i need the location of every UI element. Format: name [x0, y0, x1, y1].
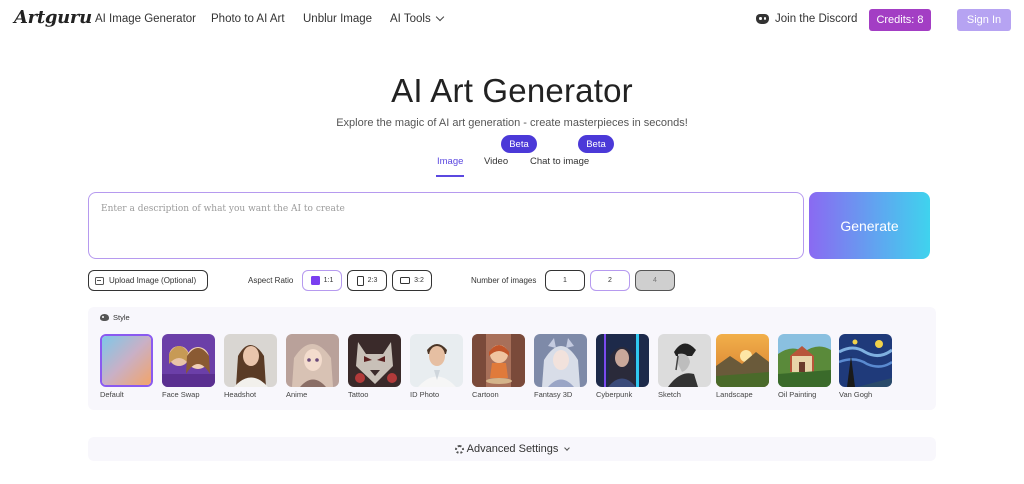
style-item-landscape[interactable]: Landscape	[716, 334, 769, 399]
style-item-label: Default	[100, 390, 124, 399]
top-nav-bar: Artguru AI Image Generator Photo to AI A…	[0, 0, 1024, 40]
style-thumbnail	[224, 334, 277, 387]
style-item-label: Tattoo	[348, 390, 369, 399]
active-tab-indicator	[436, 175, 464, 177]
style-item-label: ID Photo	[410, 390, 440, 399]
style-header-label: Style	[113, 313, 130, 322]
credits-button[interactable]: Credits: 8	[869, 9, 931, 31]
join-discord-label: Join the Discord	[775, 13, 858, 25]
style-item-label: Face Swap	[162, 390, 200, 399]
style-item-label: Fantasy 3D	[534, 390, 573, 399]
style-thumbnail	[348, 334, 401, 387]
style-item-label: Cartoon	[472, 390, 499, 399]
style-item-face-swap[interactable]: Face Swap	[162, 334, 215, 399]
nav-ai-image-generator[interactable]: AI Image Generator	[95, 13, 196, 25]
chat-to-image-beta-badge: Beta	[578, 135, 614, 153]
style-item-headshot[interactable]: Headshot	[224, 334, 277, 399]
style-thumbnail	[778, 334, 831, 387]
style-item-label: Landscape	[716, 390, 753, 399]
join-discord-link[interactable]: Join the Discord	[756, 13, 857, 25]
aspect-ratio-3-2-option[interactable]: 3:2	[392, 270, 432, 291]
portrait-ratio-icon	[356, 275, 364, 286]
tab-video[interactable]: Video	[484, 156, 508, 167]
style-item-label: Oil Painting	[778, 390, 817, 399]
style-item-sketch[interactable]: Sketch	[658, 334, 711, 399]
style-item-label: Sketch	[658, 390, 681, 399]
style-item-oil-painting[interactable]: Oil Painting	[778, 334, 831, 399]
style-thumbnail	[286, 334, 339, 387]
style-item-tattoo[interactable]: Tattoo	[348, 334, 401, 399]
advanced-settings-label: Advanced Settings	[466, 443, 559, 455]
style-thumbnail	[839, 334, 892, 387]
page-title: AI Art Generator	[391, 72, 633, 109]
aspect-ratio-1-1-option[interactable]: 1:1	[302, 270, 342, 291]
landscape-ratio-icon	[400, 277, 411, 284]
nav-photo-to-ai-art[interactable]: Photo to AI Art	[211, 13, 285, 25]
style-thumbnail	[472, 334, 525, 387]
nav-unblur-image[interactable]: Unblur Image	[303, 13, 372, 25]
style-item-label: Cyberpunk	[596, 390, 633, 399]
sign-in-button[interactable]: Sign In	[957, 9, 1011, 31]
aspect-ratio-2-3-option[interactable]: 2:3	[347, 270, 387, 291]
advanced-settings-toggle[interactable]: Advanced Settings	[88, 437, 936, 461]
tab-chat-to-image[interactable]: Chat to image	[530, 156, 589, 167]
video-beta-badge: Beta	[501, 135, 537, 153]
discord-icon	[756, 14, 769, 24]
style-thumbnail	[410, 334, 463, 387]
upload-image-label: Upload Image (Optional)	[109, 276, 197, 285]
nav-ai-tools-label: AI Tools	[390, 13, 431, 25]
chevron-down-icon	[435, 12, 444, 22]
nav-ai-tools-dropdown[interactable]: AI Tools	[390, 12, 444, 25]
aspect-ratio-label: Aspect Ratio	[248, 276, 294, 285]
style-thumbnail	[658, 334, 711, 387]
style-item-cartoon[interactable]: Cartoon	[472, 334, 525, 399]
aspect-ratio-3-2-label: 3:2	[414, 277, 424, 284]
style-item-id-photo[interactable]: ID Photo	[410, 334, 463, 399]
style-thumbnail	[716, 334, 769, 387]
page-subtitle: Explore the magic of AI art generation -…	[336, 117, 688, 129]
style-item-label: Headshot	[224, 390, 257, 399]
upload-image-button[interactable]: Upload Image (Optional)	[88, 270, 208, 291]
number-of-images-2-option[interactable]: 2	[590, 270, 630, 291]
style-item-fantasy-3d[interactable]: Fantasy 3D	[534, 334, 587, 399]
gear-icon	[454, 444, 464, 454]
number-of-images-1-option[interactable]: 1	[545, 270, 585, 291]
prompt-input[interactable]	[88, 192, 804, 259]
style-item-label: Van Gogh	[839, 390, 873, 399]
style-item-label: Anime	[286, 390, 308, 399]
style-item-cyberpunk[interactable]: Cyberpunk	[596, 334, 649, 399]
style-thumbnail	[162, 334, 215, 387]
style-item-van-gogh[interactable]: Van Gogh	[839, 334, 892, 399]
aspect-ratio-1-1-label: 1:1	[323, 277, 334, 284]
style-item-default[interactable]: Default	[100, 334, 153, 399]
chevron-down-icon	[564, 444, 571, 451]
square-ratio-icon	[310, 276, 320, 285]
style-thumbnail	[100, 334, 153, 387]
generate-button[interactable]: Generate	[809, 192, 930, 259]
style-thumbnail	[534, 334, 587, 387]
image-icon	[95, 276, 104, 285]
style-thumbnail	[596, 334, 649, 387]
aspect-ratio-2-3-label: 2:3	[367, 277, 378, 284]
tab-image[interactable]: Image	[437, 156, 463, 167]
style-item-anime[interactable]: Anime	[286, 334, 339, 399]
palette-icon	[100, 314, 109, 321]
artguru-logo[interactable]: Artguru	[14, 7, 92, 28]
number-of-images-label: Number of images	[471, 276, 537, 285]
number-of-images-4-option[interactable]: 4	[635, 270, 675, 291]
style-header: Style	[100, 313, 130, 322]
